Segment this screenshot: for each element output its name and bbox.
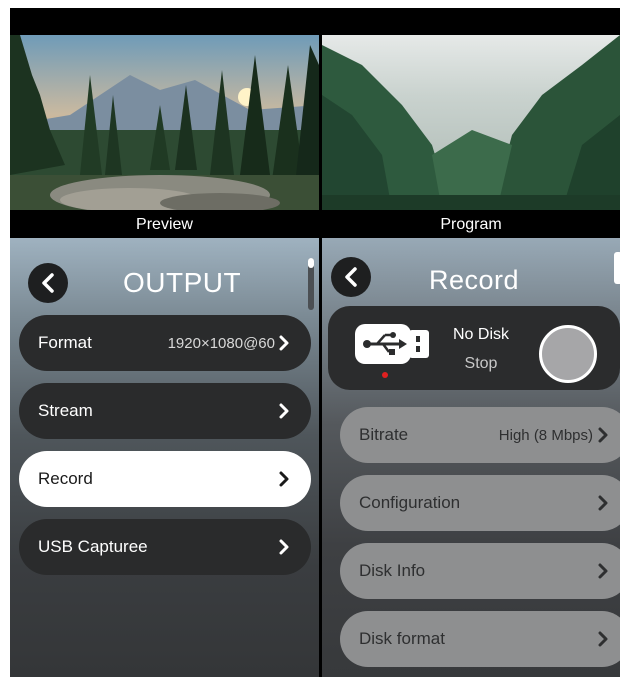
bitrate-value: High (8 Mbps): [498, 426, 593, 444]
menu-item-label: Stream: [38, 401, 93, 420]
disk-status-text: No Disk: [452, 326, 509, 343]
menu-item-record[interactable]: Record: [19, 451, 311, 507]
preview-video: [10, 35, 319, 210]
menu-item-configuration[interactable]: Configuration: [340, 475, 620, 531]
menu-item-disk-info[interactable]: Disk Info: [340, 543, 620, 599]
chevron-right-icon: [279, 403, 289, 419]
menu-item-label: Disk Info: [359, 561, 426, 580]
output-scrollbar-thumb[interactable]: [308, 258, 314, 268]
output-title: OUTPUT: [123, 267, 242, 298]
record-indicator-dot: [382, 372, 388, 378]
preview-label: Preview: [136, 216, 193, 233]
back-icon: [345, 267, 357, 287]
back-icon: [42, 273, 54, 293]
program-video: [322, 35, 620, 210]
chevron-right-icon: [279, 335, 289, 351]
menu-item-label: USB Capturee: [38, 537, 148, 556]
menu-item-bitrate[interactable]: Bitrate High (8 Mbps): [340, 407, 620, 463]
chevron-right-icon: [279, 539, 289, 555]
record-title: Record: [429, 265, 520, 295]
usb-drive-icon: [355, 324, 429, 364]
menu-item-disk-format[interactable]: Disk format: [340, 611, 620, 667]
menu-item-label: Configuration: [359, 493, 461, 512]
menu-item-label: Bitrate: [359, 425, 409, 444]
output-menu-panel: OUTPUT Format 1920×1080@60 Stream Record…: [10, 238, 319, 677]
chevron-right-icon: [598, 495, 608, 511]
preview-image: [10, 35, 319, 210]
menu-item-format[interactable]: Format 1920×1080@60: [19, 315, 311, 371]
format-value: 1920×1080@60: [167, 334, 275, 352]
menu-item-stream[interactable]: Stream: [19, 383, 311, 439]
chevron-right-icon: [598, 427, 608, 443]
chevron-right-icon: [279, 471, 289, 487]
device-screen: Preview Program OUTPUT Format 1920×1080@…: [10, 8, 620, 677]
disk-status-card: No Disk Stop: [328, 306, 620, 390]
chevron-right-icon: [598, 563, 608, 579]
record-button[interactable]: [539, 325, 597, 383]
program-label: Program: [440, 216, 502, 233]
menu-item-usb-capture[interactable]: USB Capturee: [19, 519, 311, 575]
record-menu-panel: Record No Disk Stop Bitrate High (8 Mbps…: [322, 238, 620, 677]
chevron-right-icon: [598, 631, 608, 647]
menu-item-label: Format: [38, 333, 92, 352]
menu-item-label: Disk format: [359, 629, 445, 648]
record-state-text: Stop: [464, 355, 498, 372]
output-scrollbar[interactable]: [308, 258, 314, 310]
record-back-button[interactable]: [331, 257, 371, 297]
edge-tab: [614, 252, 620, 284]
output-back-button[interactable]: [28, 263, 68, 303]
menu-item-label: Record: [38, 469, 93, 488]
program-image: [322, 35, 620, 210]
